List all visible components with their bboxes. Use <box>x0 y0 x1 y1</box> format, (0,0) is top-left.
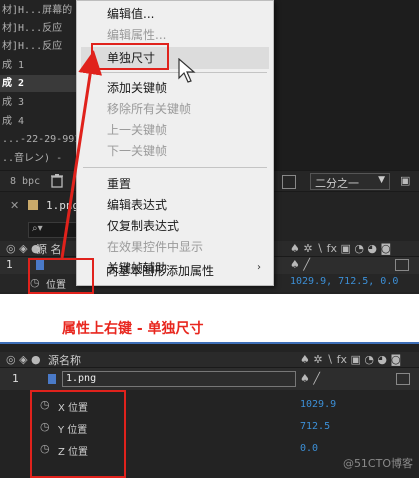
annotation-caption: 属性上右键 - 单独尺寸 <box>62 321 204 337</box>
layer-name-field[interactable]: 1.png <box>62 371 296 387</box>
z-position-value[interactable]: 0.0 <box>300 443 318 454</box>
layer-name: 1.png <box>66 373 97 384</box>
arrow-up <box>60 50 103 259</box>
lower-timeline: ◎ ◈ ● 源名称 ♠ ✲ ∖ fx ▣ ◔ ◕ ◙ 1 1.png ♠ ╱ ◷… <box>0 342 419 478</box>
parent-select[interactable] <box>396 373 410 385</box>
av-icons: ◎ ◈ ● <box>6 353 41 366</box>
source-name-header: 源名称 <box>48 354 81 367</box>
watermark: @51CTO博客 <box>342 457 413 470</box>
layer-index: 1 <box>12 372 19 385</box>
switches-header-icons: ♠ ✲ ∖ fx ▣ ◔ ◕ ◙ <box>300 353 402 366</box>
layer-switches[interactable]: ♠ ╱ <box>300 372 320 385</box>
lower-layer-row[interactable]: 1 1.png ♠ ╱ <box>0 368 419 390</box>
menu-item-essential-graphics-label[interactable]: 向基本图形添加属性 <box>106 262 214 280</box>
highlight-box-separated-props <box>30 390 126 478</box>
lower-timeline-header: ◎ ◈ ● 源名称 ♠ ✲ ∖ fx ▣ ◔ ◕ ◙ <box>0 352 419 368</box>
y-position-value[interactable]: 712.5 <box>300 421 330 432</box>
layer-file-icon <box>48 374 56 384</box>
x-position-value[interactable]: 1029.9 <box>300 399 336 410</box>
